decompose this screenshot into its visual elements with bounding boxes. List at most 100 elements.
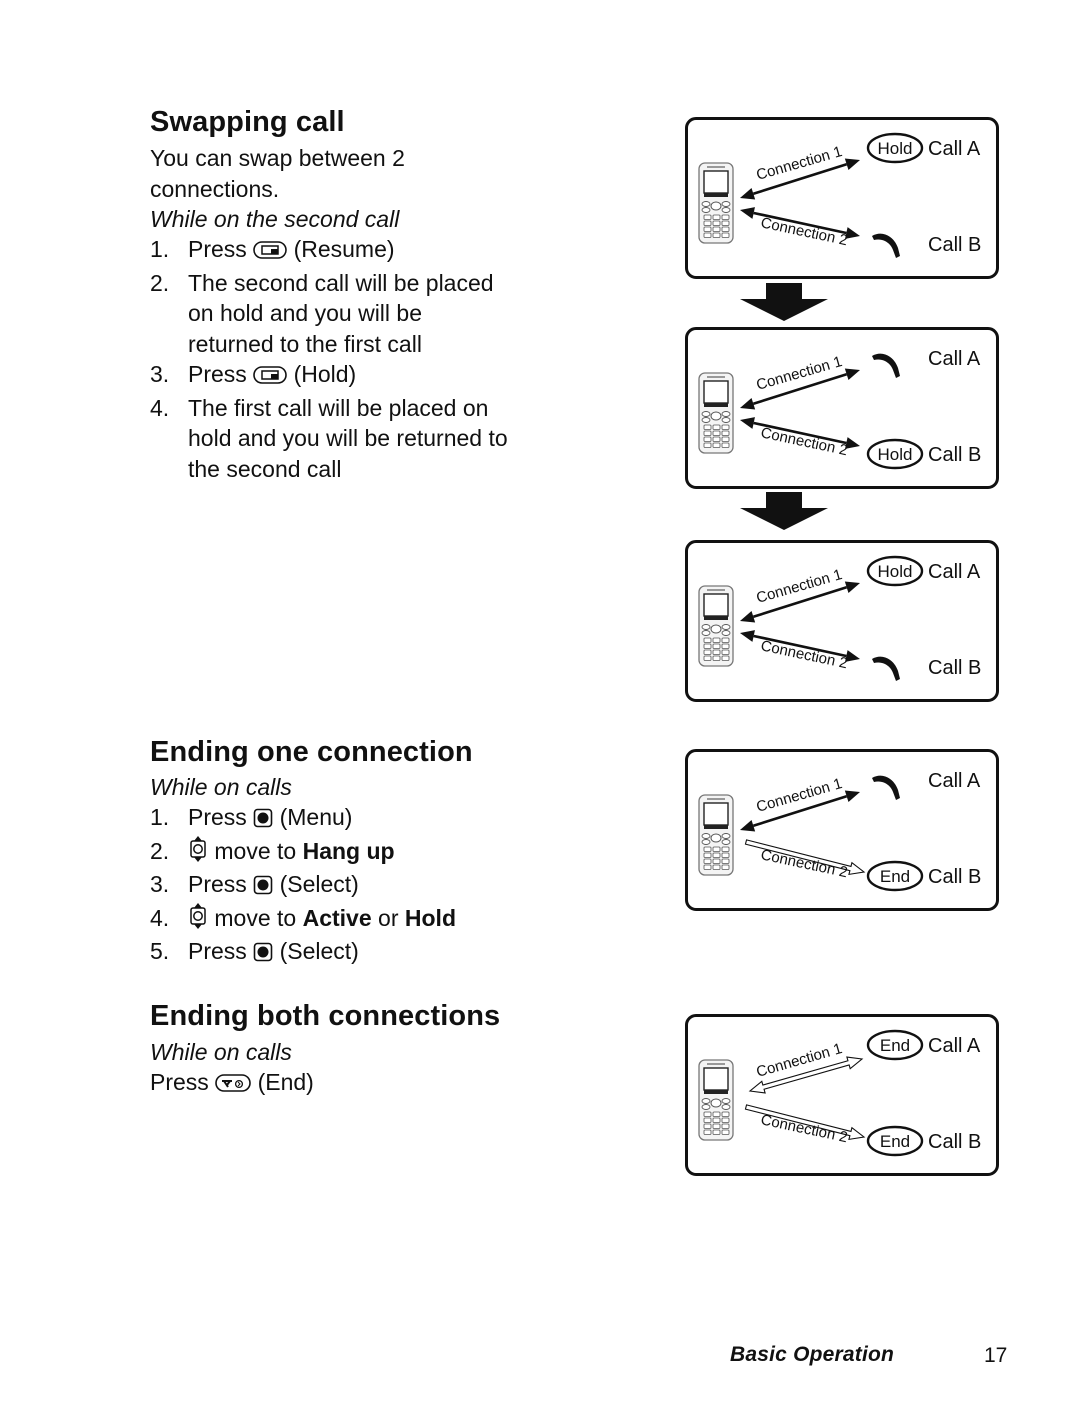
step-1: 1. Press (Menu) <box>150 802 550 836</box>
call-a-label: Call A <box>928 348 981 370</box>
step-2: 2. move to Hang up <box>150 835 550 870</box>
status-label: Hold <box>878 139 913 158</box>
connection-1-label: Connection 1 <box>754 566 844 607</box>
call-a-label: Call A <box>928 561 981 583</box>
step-text: or <box>378 904 399 931</box>
end-badge: End <box>866 1029 924 1061</box>
end-key-icon <box>215 1070 251 1101</box>
diagram-svg: Connection 1Connection 2EndEndCall ACall… <box>698 1029 981 1157</box>
step-number: 2. <box>150 837 170 864</box>
step-number: 5. <box>150 938 170 964</box>
call-b-label: Call B <box>928 657 981 679</box>
heading-ending-both-connections: Ending both connections <box>150 1000 501 1032</box>
step-text: (End) <box>257 1069 314 1095</box>
mobile-phone-icon <box>698 372 734 454</box>
connection-2-label: Connection 2 <box>759 214 849 249</box>
call-b-label: Call B <box>928 1131 981 1153</box>
status-label: End <box>880 1132 910 1151</box>
call-a-label: Call A <box>928 1035 981 1057</box>
mobile-phone-icon <box>698 1059 734 1141</box>
hold-badge: Hold <box>866 438 924 470</box>
page-number: 17 <box>984 1344 1008 1367</box>
center-select-key-icon <box>253 939 273 970</box>
step-text: returned to the first call <box>188 330 422 357</box>
footer-section-title: Basic Operation <box>730 1343 895 1366</box>
step-text: (Hold) <box>293 361 357 387</box>
connection-2-label: Connection 2 <box>759 637 849 672</box>
step-1: 1. Press (Resume) <box>150 234 550 268</box>
context-note: While on the second call <box>150 206 400 232</box>
end-badge: End <box>866 1125 924 1157</box>
hold-badge: Hold <box>866 555 924 587</box>
connection-1-label: Connection 1 <box>754 775 844 816</box>
step-text: the second call <box>188 455 342 482</box>
call-b-label: Call B <box>928 866 981 888</box>
soft-key-icon <box>253 237 287 268</box>
step-text: (Select) <box>279 871 359 897</box>
step-text: Press <box>188 361 247 387</box>
ending-one-steps: 1. Press (Menu) 2. move to Hang up 3. Pr… <box>150 802 550 970</box>
step-text: on hold and you will be <box>188 300 422 326</box>
status-label: End <box>880 867 910 886</box>
step-text: move to <box>214 904 297 931</box>
step-5: 5. Press (Select) <box>150 936 550 970</box>
menu-option-active: Active <box>302 904 372 931</box>
down-arrow-icon <box>740 283 828 321</box>
step-text: Press <box>188 804 247 830</box>
soft-key-icon <box>253 362 287 393</box>
handset-icon <box>872 353 900 378</box>
step-text: Press <box>188 871 247 897</box>
menu-option-hold: Hold <box>404 904 456 931</box>
connection-2-label: Connection 2 <box>759 1111 849 1146</box>
diagram-panel-3: Connection 1 Connection 2 Hold Call A Call B <box>685 540 999 702</box>
handset-icon <box>872 656 900 681</box>
diagram-svg: Connection 1 Connection 2 Hold Call A Call B <box>698 132 981 258</box>
step-number: 4. <box>150 394 170 421</box>
intro-text: You can swap between 2 connections. Whil… <box>150 143 405 235</box>
intro-line-2: connections. <box>150 175 280 202</box>
diagram-panel-2: Connection 1 Connection 2 Hold Call A Call B <box>685 327 999 489</box>
step-number: 3. <box>150 361 170 387</box>
navigation-key-icon <box>188 902 208 937</box>
step-number: 2. <box>150 269 170 296</box>
step-number: 1. <box>150 236 170 262</box>
step-4: 4. The first call will be placed on hold… <box>150 393 550 485</box>
step-text: move to <box>214 837 297 864</box>
step-2: 2. The second call will be placed on hol… <box>150 268 550 360</box>
handset-icon <box>872 233 900 258</box>
call-a-label: Call A <box>928 770 981 792</box>
call-b-label: Call B <box>928 234 981 256</box>
step-3: 3. Press (Select) <box>150 869 550 903</box>
step-text: Press <box>188 938 247 964</box>
context-note: While on calls <box>150 774 292 800</box>
step-3: 3. Press (Hold) <box>150 359 550 393</box>
call-a-label: Call A <box>928 138 981 160</box>
swapping-steps: 1. Press (Resume) 2. The second call wil… <box>150 234 550 484</box>
status-label: Hold <box>878 445 913 464</box>
connection-1-label: Connection 1 <box>754 143 844 184</box>
step-number: 3. <box>150 871 170 897</box>
diagram-panel-4: Connection 1 Connection 2 End Call A Call B <box>685 749 999 911</box>
status-label: End <box>880 1036 910 1055</box>
down-arrow-icon <box>740 492 828 530</box>
diagram-svg: Connection 1 Connection 2 Hold Call A Call B <box>698 555 981 681</box>
status-label: Hold <box>878 562 913 581</box>
navigation-key-icon <box>188 835 208 870</box>
step-number: 4. <box>150 904 170 931</box>
diagram-svg: Connection 1 Connection 2 Hold Call A Call B <box>698 348 981 470</box>
connection-2-label: Connection 2 <box>759 424 849 459</box>
step-text: Press <box>188 236 247 262</box>
step-text: The first call will be placed on <box>188 394 489 421</box>
handset-icon <box>872 775 900 800</box>
step-text: hold and you will be returned to <box>188 425 508 451</box>
step-text: Press <box>150 1069 209 1095</box>
heading-swapping-call: Swapping call <box>150 106 345 138</box>
heading-ending-one-connection: Ending one connection <box>150 736 473 768</box>
center-select-key-icon <box>253 872 273 903</box>
step-text: (Select) <box>279 938 359 964</box>
center-select-key-icon <box>253 805 273 836</box>
step-text: (Resume) <box>293 236 395 262</box>
end-badge: End <box>866 860 924 892</box>
diagram-svg: Connection 1 Connection 2 End Call A Call B <box>698 770 981 892</box>
context-note: While on calls <box>150 1039 292 1065</box>
